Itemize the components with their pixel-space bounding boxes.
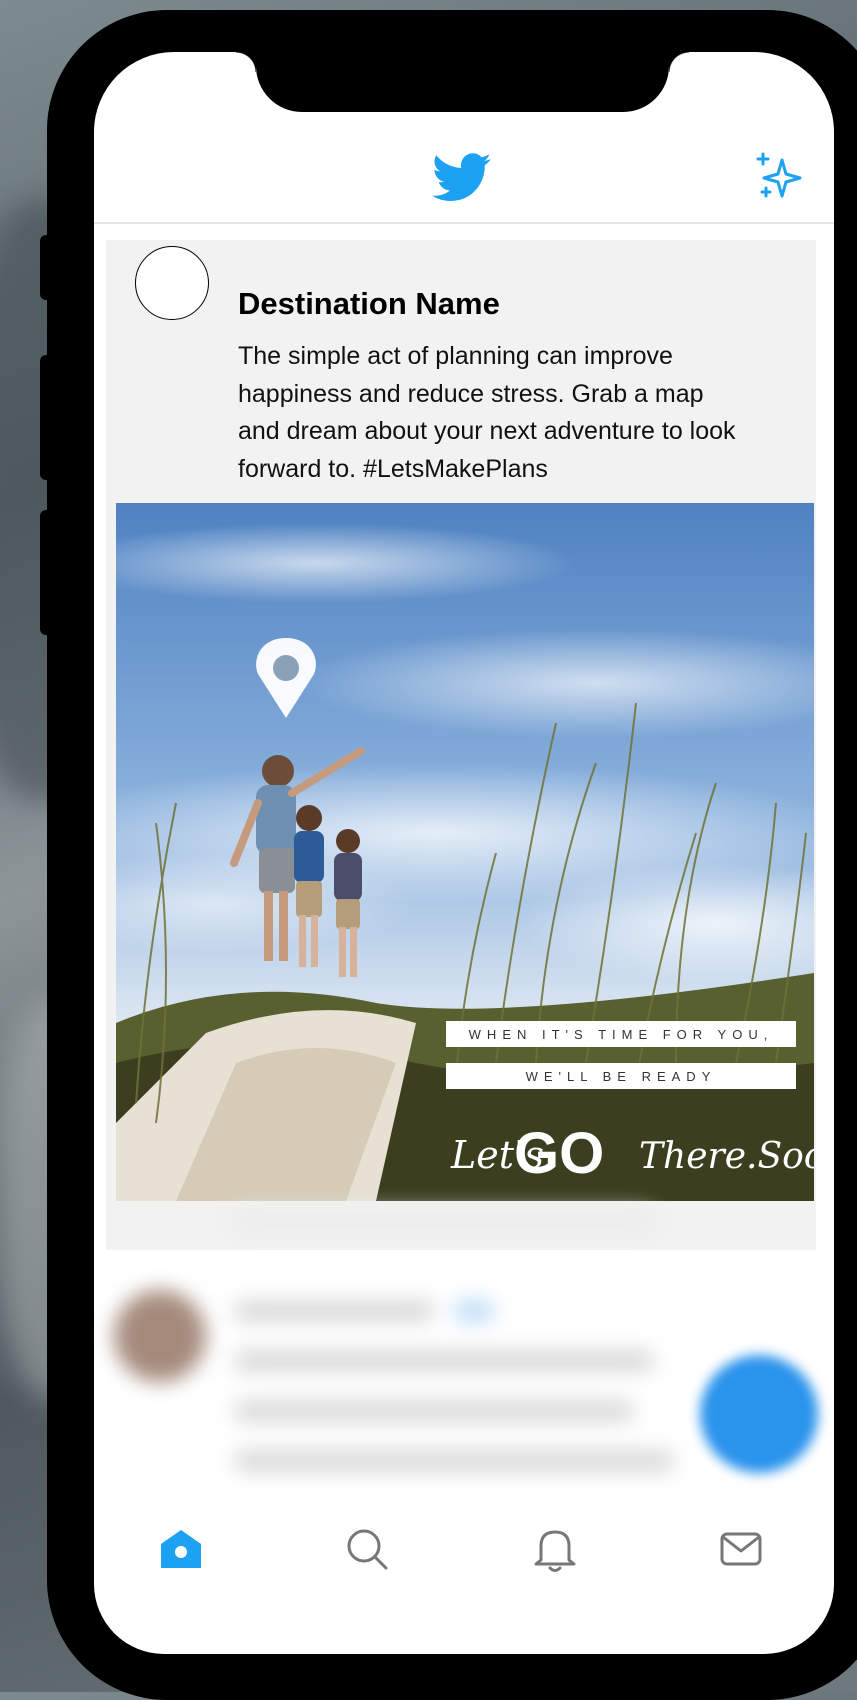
- mail-icon[interactable]: [716, 1524, 766, 1574]
- home-icon[interactable]: [156, 1524, 206, 1574]
- compose-button[interactable]: [700, 1355, 818, 1473]
- banner-line-2: WE'LL BE READY: [526, 1069, 717, 1084]
- twitter-bird-icon[interactable]: [432, 152, 492, 204]
- tweet-image[interactable]: WHEN IT'S TIME FOR YOU, WE'LL BE READY L…: [116, 503, 814, 1201]
- notch: [236, 52, 689, 112]
- volume-up-button: [40, 355, 54, 480]
- tweet-text: The simple act of planning can improve h…: [238, 342, 736, 483]
- bell-icon[interactable]: [530, 1524, 580, 1574]
- volume-down-button: [40, 510, 54, 635]
- beach-dune-photo: WHEN IT'S TIME FOR YOU, WE'LL BE READY L…: [116, 503, 814, 1201]
- home-indicator[interactable]: [328, 1670, 596, 1682]
- brand-there-soon: There.Soon: [639, 1136, 814, 1177]
- mute-switch: [40, 235, 54, 300]
- avatar[interactable]: [135, 246, 209, 320]
- banner-line-1: WHEN IT'S TIME FOR YOU,: [469, 1027, 774, 1042]
- sparkle-icon[interactable]: [754, 152, 804, 202]
- tweet-author[interactable]: Destination Name: [238, 286, 500, 322]
- brand-go: GO: [514, 1121, 604, 1186]
- search-icon[interactable]: [342, 1524, 392, 1574]
